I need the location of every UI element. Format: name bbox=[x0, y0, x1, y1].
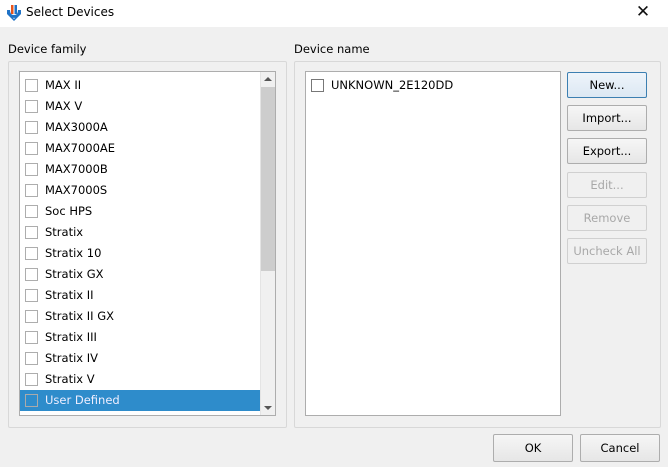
device-family-item[interactable]: Stratix 10 bbox=[20, 243, 260, 264]
scrollbar[interactable] bbox=[260, 72, 275, 415]
import-button[interactable]: Import... bbox=[567, 105, 647, 131]
checkbox[interactable] bbox=[25, 352, 38, 365]
checkbox[interactable] bbox=[25, 373, 38, 386]
ok-button[interactable]: OK bbox=[493, 434, 573, 462]
device-family-label: MAX3000A bbox=[45, 120, 108, 134]
checkbox[interactable] bbox=[25, 331, 38, 344]
checkbox[interactable] bbox=[25, 205, 38, 218]
export-button[interactable]: Export... bbox=[567, 138, 647, 164]
device-family-label: Stratix V bbox=[45, 372, 95, 386]
device-family-item[interactable]: MAX3000A bbox=[20, 117, 260, 138]
device-family-item[interactable]: Stratix bbox=[20, 222, 260, 243]
edit-button[interactable]: Edit... bbox=[567, 172, 647, 198]
device-family-item[interactable]: Stratix V bbox=[20, 369, 260, 390]
checkbox[interactable] bbox=[25, 310, 38, 323]
app-logo-icon bbox=[7, 5, 21, 21]
device-family-label: MAX7000AE bbox=[45, 141, 116, 155]
device-family-item[interactable]: Soc HPS bbox=[20, 201, 260, 222]
checkbox[interactable] bbox=[25, 121, 38, 134]
checkbox[interactable] bbox=[25, 100, 38, 113]
close-button[interactable]: ✕ bbox=[628, 1, 658, 23]
scroll-down-icon[interactable] bbox=[264, 406, 272, 410]
device-family-label: Stratix 10 bbox=[45, 246, 102, 260]
device-family-label: Stratix II GX bbox=[45, 309, 114, 323]
checkbox[interactable] bbox=[25, 142, 38, 155]
device-family-item[interactable]: User Defined bbox=[20, 390, 260, 411]
device-family-label: Stratix IV bbox=[45, 351, 99, 365]
checkbox[interactable] bbox=[25, 289, 38, 302]
device-family-item[interactable]: Stratix III bbox=[20, 327, 260, 348]
device-family-item[interactable]: Stratix IV bbox=[20, 348, 260, 369]
device-name: UNKNOWN_2E120DD bbox=[331, 78, 454, 92]
list-item[interactable]: UNKNOWN_2E120DD bbox=[306, 75, 546, 96]
remove-button[interactable]: Remove bbox=[567, 205, 647, 231]
scroll-thumb[interactable] bbox=[261, 87, 275, 271]
device-name-list[interactable]: UNKNOWN_2E120DD bbox=[305, 71, 561, 416]
device-family-label: Device family bbox=[8, 42, 87, 56]
device-family-list[interactable]: MAX II MAX V MAX3000A MAX7000AE MAX7000B MAX7… bbox=[19, 71, 276, 416]
window-title: Select Devices bbox=[26, 5, 115, 19]
device-family-label: MAX7000S bbox=[45, 183, 108, 197]
device-family-label: Stratix GX bbox=[45, 267, 104, 281]
checkbox[interactable] bbox=[25, 79, 38, 92]
uncheck-all-button[interactable]: Uncheck All bbox=[567, 238, 647, 264]
device-family-item[interactable]: MAX7000B bbox=[20, 159, 260, 180]
device-family-label: MAX II bbox=[45, 78, 82, 92]
cancel-button[interactable]: Cancel bbox=[580, 434, 660, 462]
checkbox[interactable] bbox=[25, 268, 38, 281]
device-family-label: User Defined bbox=[45, 393, 120, 407]
device-family-label: Stratix II bbox=[45, 288, 94, 302]
device-family-item[interactable]: MAX V bbox=[20, 96, 260, 117]
device-family-label: MAX V bbox=[45, 99, 83, 113]
checkbox[interactable] bbox=[25, 163, 38, 176]
scroll-up-icon[interactable] bbox=[264, 77, 272, 81]
device-family-label: Soc HPS bbox=[45, 204, 93, 218]
title-bar: Select Devices ✕ bbox=[0, 0, 668, 27]
device-family-item[interactable]: MAX7000AE bbox=[20, 138, 260, 159]
device-family-label: MAX7000B bbox=[45, 162, 108, 176]
checkbox[interactable] bbox=[311, 79, 324, 92]
checkbox[interactable] bbox=[25, 226, 38, 239]
device-family-item[interactable]: Stratix II GX bbox=[20, 306, 260, 327]
device-family-label: Stratix bbox=[45, 225, 84, 239]
new-button[interactable]: New... bbox=[567, 72, 647, 98]
device-name-label: Device name bbox=[294, 42, 370, 56]
checkbox[interactable] bbox=[25, 247, 38, 260]
device-family-item[interactable]: Stratix II bbox=[20, 285, 260, 306]
device-family-item[interactable]: Stratix GX bbox=[20, 264, 260, 285]
device-family-item[interactable]: MAX II bbox=[20, 75, 260, 96]
device-family-item[interactable]: MAX7000S bbox=[20, 180, 260, 201]
checkbox[interactable] bbox=[25, 394, 38, 407]
device-family-label: Stratix III bbox=[45, 330, 97, 344]
checkbox[interactable] bbox=[25, 184, 38, 197]
